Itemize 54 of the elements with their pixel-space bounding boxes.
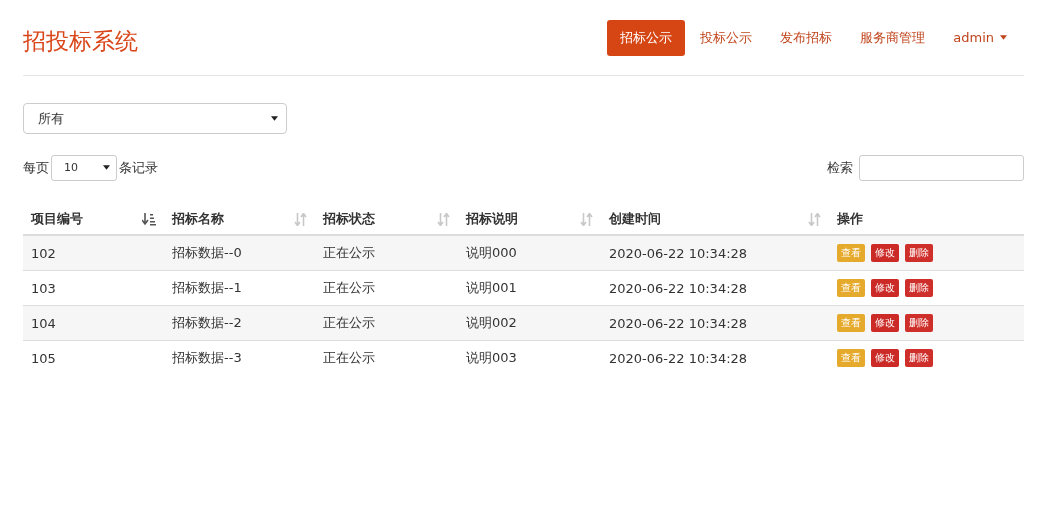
column-header[interactable]: 操作	[837, 210, 863, 228]
edit-button[interactable]: 修改	[871, 314, 899, 332]
table-cell: 招标数据--1	[172, 280, 242, 295]
edit-button[interactable]: 修改	[871, 279, 899, 297]
nav-link[interactable]: 服务商管理	[847, 19, 939, 56]
caret-icon	[1000, 35, 1007, 40]
table-cell: 招标数据--3	[172, 350, 242, 365]
page-size-label: 条记录	[119, 158, 158, 177]
table-cell: 正在公示	[323, 315, 375, 330]
column-header[interactable]: 招标状态	[323, 210, 375, 228]
delete-button[interactable]: 删除	[905, 314, 933, 332]
nav-link[interactable]: 投标公示	[687, 19, 766, 56]
table-cell: 2020-06-22 10:34:28	[609, 280, 748, 296]
sort-icon[interactable]	[808, 212, 821, 226]
table-cell: 正在公示	[323, 245, 375, 260]
sort-icon[interactable]	[580, 212, 593, 226]
table-cell: 正在公示	[323, 280, 375, 295]
nav-link[interactable]: 发布招标	[767, 19, 846, 56]
edit-button[interactable]: 修改	[871, 349, 899, 367]
table-cell: 说明002	[466, 315, 517, 330]
page-size-label: 每页	[23, 158, 49, 177]
search-field[interactable]	[859, 154, 1024, 181]
delete-button[interactable]: 删除	[905, 349, 933, 367]
filter-select[interactable]: 所有	[23, 103, 287, 134]
brand-title: 招投标系统	[23, 27, 138, 56]
table-cell: 说明003	[466, 350, 517, 365]
delete-button[interactable]: 删除	[905, 244, 933, 262]
table-cell: 104	[31, 315, 56, 331]
table-cell: 2020-06-22 10:34:28	[609, 350, 748, 366]
table-cell: 2020-06-22 10:34:28	[609, 315, 748, 331]
table-cell: 正在公示	[323, 350, 375, 365]
table-cell: 招标数据--0	[172, 245, 242, 260]
delete-button[interactable]: 删除	[905, 279, 933, 297]
caret-icon	[271, 116, 278, 121]
table-cell: 说明000	[466, 245, 517, 260]
table-cell: 说明001	[466, 280, 517, 295]
table-cell: 105	[31, 350, 56, 366]
column-header[interactable]: 项目编号	[31, 210, 83, 228]
caret-icon	[103, 165, 110, 170]
column-header[interactable]: 招标名称	[172, 210, 224, 228]
column-header[interactable]: 创建时间	[609, 210, 661, 228]
edit-button[interactable]: 修改	[871, 244, 899, 262]
page-size-select[interactable]: 10	[51, 154, 117, 181]
search-label: 检索	[827, 158, 853, 177]
table-cell: 102	[31, 245, 56, 261]
table-cell: 招标数据--2	[172, 315, 242, 330]
sort-descending-icon[interactable]	[142, 212, 156, 226]
sort-icon[interactable]	[437, 212, 450, 226]
column-header[interactable]: 招标说明	[466, 210, 518, 228]
table-cell: 2020-06-22 10:34:28	[609, 245, 748, 261]
sort-icon[interactable]	[294, 212, 307, 226]
table-cell: 103	[31, 280, 56, 296]
user-menu[interactable]: admin	[940, 21, 1020, 54]
nav-link[interactable]: 招标公示	[607, 19, 686, 56]
